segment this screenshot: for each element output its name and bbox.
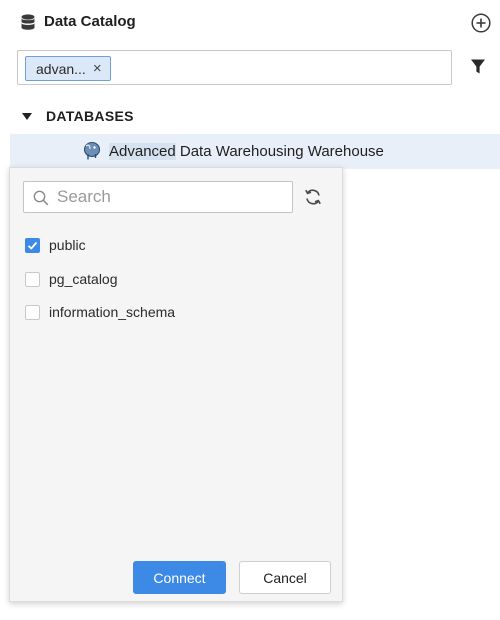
databases-section-toggle[interactable]: DATABASES [22, 106, 134, 126]
checkmark-icon [27, 241, 38, 250]
schema-item-public[interactable]: public [25, 235, 86, 255]
schema-search-box[interactable] [23, 181, 293, 213]
schema-label: pg_catalog [49, 271, 118, 287]
funnel-icon[interactable] [470, 58, 486, 75]
checkbox-checked[interactable] [25, 237, 40, 253]
schema-search-input[interactable] [55, 185, 287, 209]
add-circle-icon[interactable] [471, 13, 491, 33]
schema-label: information_schema [49, 304, 176, 320]
schema-item-pg-catalog[interactable]: pg_catalog [25, 269, 118, 289]
catalog-header: Data Catalog [0, 0, 500, 44]
database-item[interactable]: Advanced Data Warehousing Warehouse [10, 134, 500, 169]
refresh-icon[interactable] [303, 187, 323, 207]
checkbox-unchecked[interactable] [25, 271, 40, 287]
section-label: DATABASES [46, 108, 134, 124]
postgresql-icon [83, 141, 101, 160]
database-icon [21, 14, 35, 30]
database-name-rest: Data Warehousing Warehouse [175, 143, 384, 160]
connect-button[interactable]: Connect [133, 561, 226, 594]
filter-chip: advan... × [25, 56, 111, 81]
chip-close-icon[interactable]: × [93, 61, 102, 76]
caret-down-icon [22, 112, 32, 120]
search-icon [33, 190, 49, 206]
filter-chip-label: advan... [36, 60, 86, 77]
schema-selection-popup: public pg_catalog information_schema Con… [9, 167, 343, 602]
schema-label: public [49, 237, 86, 253]
cancel-button[interactable]: Cancel [239, 561, 331, 594]
checkbox-unchecked[interactable] [25, 304, 40, 320]
page-title: Data Catalog [44, 13, 136, 30]
catalog-filter-input[interactable]: advan... × [17, 50, 452, 85]
database-name-highlight: Advanced [109, 143, 176, 160]
schema-item-information-schema[interactable]: information_schema [25, 302, 175, 322]
database-name: Advanced Data Warehousing Warehouse [109, 143, 384, 160]
